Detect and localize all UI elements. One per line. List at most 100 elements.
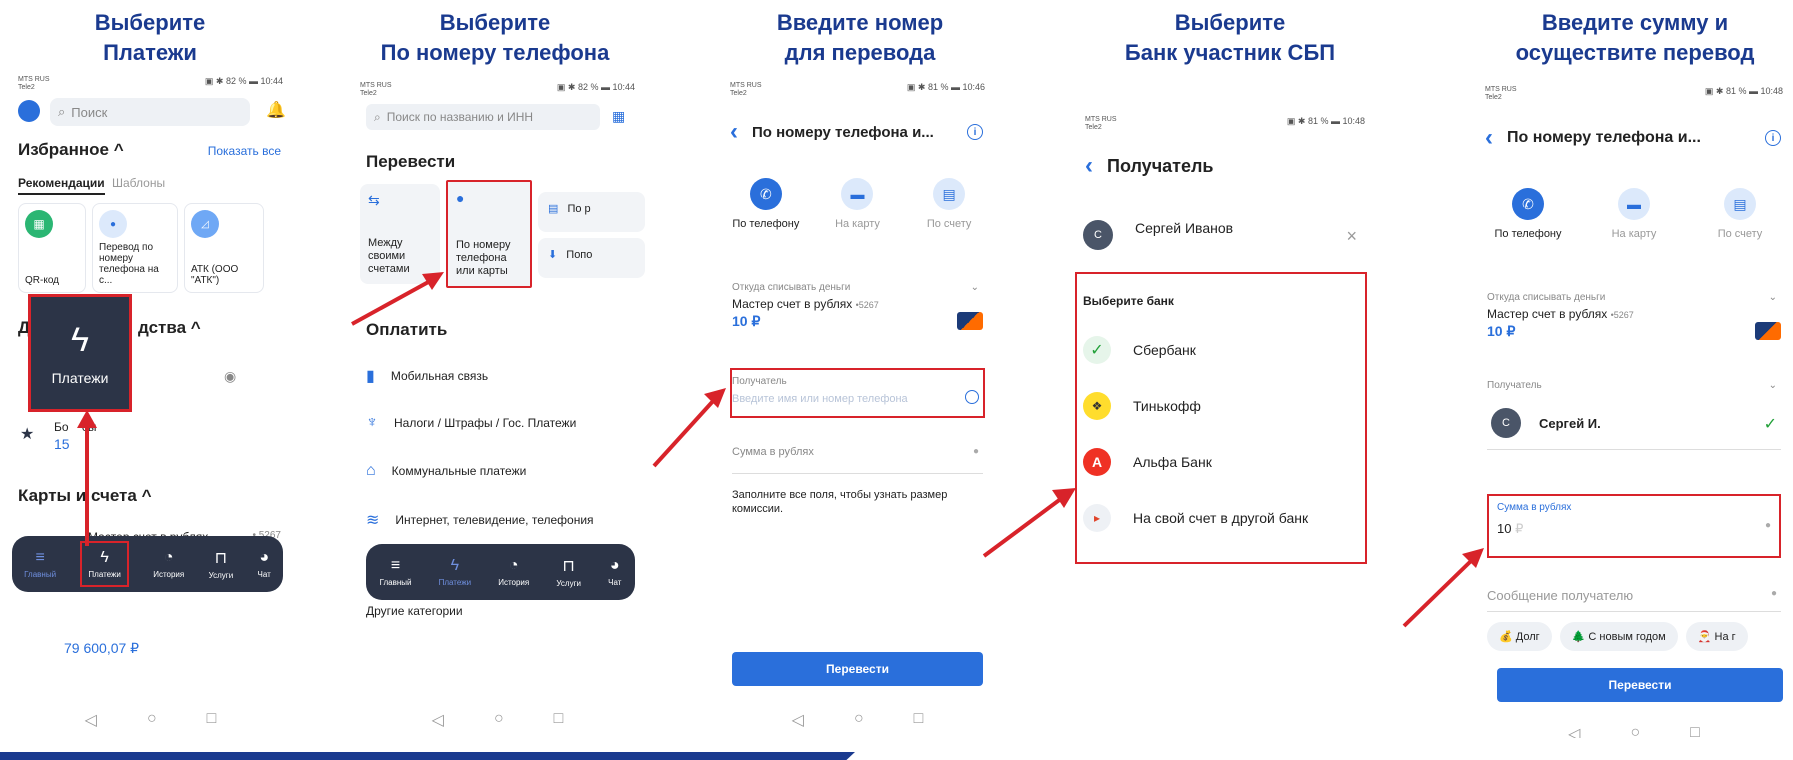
status-right: ▣ ✱ 82 % ▬ 10:44 <box>204 76 283 86</box>
message-field[interactable]: Сообщение получателю ● <box>1487 588 1781 612</box>
bank-alfa[interactable]: A Альфа Банк <box>1083 442 1359 482</box>
nav-payments[interactable]: ϟ Платежи <box>439 557 471 587</box>
chip-new-year[interactable]: 🌲 С новым годом <box>1559 622 1678 651</box>
method-account[interactable]: ▤ По счету <box>909 178 989 230</box>
home-circle-icon[interactable]: ○ <box>854 710 864 730</box>
back-icon[interactable]: ◁ <box>432 710 444 730</box>
tab-templates[interactable]: Шаблоны <box>112 176 165 190</box>
recent-icon[interactable]: □ <box>1690 724 1700 738</box>
step4-title: Выберите Банк участник СБП <box>1090 8 1370 68</box>
payments-popup[interactable]: ϟ Платежи <box>28 294 132 412</box>
screen5-amount: MTS RUS Tele2 ▣ ✱ 81 % ▬ 10:48 ‹ По номер… <box>1475 68 1793 738</box>
tile-phone-transfer[interactable]: ● Перевод по номеру телефона на с... <box>92 203 178 293</box>
santa-icon: 🎅 <box>1697 631 1712 643</box>
recipient-field[interactable]: Получатель Введите имя или номер телефон… <box>732 376 983 412</box>
tile-by-phone[interactable]: ● По номеру телефона или карты <box>446 180 532 288</box>
from-label: Откуда списывать деньги <box>1487 292 1606 303</box>
recent-icon[interactable]: □ <box>554 710 564 730</box>
tile-partial-b[interactable]: ⬇ Попо <box>538 238 645 278</box>
info-icon[interactable]: i <box>1765 130 1781 146</box>
person-icon: ● <box>99 210 127 238</box>
from-account-field[interactable]: Откуда списывать деньги Мастер счет в ру… <box>1487 292 1781 348</box>
wifi-icon: ≋ <box>366 512 380 529</box>
carrier-label: MTS RUS Tele2 <box>1085 116 1117 131</box>
nav-services[interactable]: ⊓ Услуги <box>556 556 581 588</box>
home-circle-icon[interactable]: ○ <box>1630 724 1640 738</box>
tab-recommendations[interactable]: Рекомендации <box>18 176 105 195</box>
home-circle-icon[interactable]: ○ <box>147 710 157 730</box>
method-card[interactable]: ▬ На карту <box>817 178 897 230</box>
close-icon[interactable]: × <box>1346 226 1357 247</box>
recent-icon[interactable]: □ <box>914 710 924 730</box>
step1-title-line1: Выберите <box>94 10 206 35</box>
transfer-button[interactable]: Перевести <box>732 652 983 686</box>
nav-chat[interactable]: ◕ Чат <box>608 557 621 587</box>
method-account[interactable]: ▤ По счету <box>1700 188 1780 240</box>
recipient-field[interactable]: Получатель ⌄ С Сергей И. ✓ <box>1487 380 1781 450</box>
doc-icon: ▤ <box>548 203 559 215</box>
step3-title-line2: для перевода <box>784 40 936 65</box>
transfer-button[interactable]: Перевести <box>1497 668 1783 702</box>
step3-title-line1: Введите номер <box>776 10 944 35</box>
from-account-field[interactable]: Откуда списывать деньги Мастер счет в ру… <box>732 282 983 338</box>
nav-history[interactable]: ◔ История <box>498 557 529 587</box>
back-icon[interactable]: ◁ <box>792 710 804 730</box>
home-circle-icon[interactable]: ○ <box>494 710 504 730</box>
back-arrow-icon[interactable]: ‹ <box>1485 124 1493 152</box>
tile-partial-a[interactable]: ▤ По р <box>538 192 645 232</box>
chevron-down-icon: ⌄ <box>1768 380 1777 391</box>
contact-icon[interactable] <box>965 390 979 404</box>
bank-other[interactable]: ▸ На свой счет в другой банк <box>1083 498 1359 538</box>
method-phone[interactable]: ✆ По телефону <box>726 178 806 230</box>
house-icon: ⌂ <box>366 462 376 479</box>
method-phone[interactable]: ✆ По телефону <box>1488 188 1568 240</box>
eye-icon[interactable]: ◉ <box>224 368 236 385</box>
recent-icon[interactable]: □ <box>207 710 217 730</box>
nav-chat[interactable]: ◕ Чат <box>258 549 271 579</box>
profile-avatar-icon[interactable] <box>18 100 40 122</box>
alfa-icon: A <box>1083 448 1111 476</box>
phone-icon: ✆ <box>749 178 782 210</box>
pay-item-taxes[interactable]: ♆ Налоги / Штрафы / Гос. Платежи <box>366 414 635 432</box>
nav-history[interactable]: ◔ История <box>153 549 184 579</box>
chip-debt[interactable]: 💰 Долг <box>1487 622 1552 651</box>
search-input[interactable]: ⌕ Поиск <box>50 98 250 126</box>
bank-sberbank[interactable]: ✓ Сбербанк <box>1083 330 1359 370</box>
system-nav: ◁ ○ □ <box>350 710 645 730</box>
back-arrow-icon[interactable]: ‹ <box>1085 152 1093 180</box>
pay-item-utilities[interactable]: ⌂ Коммунальные платежи <box>366 462 635 480</box>
qr-scan-icon[interactable]: ▦ <box>612 108 625 125</box>
search-input[interactable]: ⌕ Поиск по названию и ИНН <box>366 104 600 130</box>
bonus-value: 15 <box>54 436 70 452</box>
chevron-down-icon: ⌄ <box>970 282 979 293</box>
nav-services[interactable]: ⊓ Услуги <box>209 548 234 580</box>
other-categories[interactable]: Другие категории <box>366 604 463 618</box>
sum-field[interactable]: Сумма в рублях ● <box>732 446 983 474</box>
pay-item-internet[interactable]: ≋ Интернет, телевидение, телефония <box>366 510 635 530</box>
tile-qr[interactable]: ▦ QR-код <box>18 203 86 293</box>
bank-tinkoff[interactable]: ❖ Тинькофф <box>1083 386 1359 426</box>
home-icon: ≡ <box>35 549 45 566</box>
from-account: Мастер счет в рублях •5267 <box>732 297 879 311</box>
nav-home[interactable]: ≡ Главный <box>380 557 412 587</box>
info-icon[interactable]: i <box>967 124 983 140</box>
info-small-icon: ● <box>1770 588 1777 599</box>
step4-title-line2: Банк участник СБП <box>1124 40 1336 65</box>
back-icon[interactable]: ◁ <box>85 710 97 730</box>
method-card[interactable]: ▬ На карту <box>1594 188 1674 240</box>
show-all-link[interactable]: Показать все <box>208 144 281 158</box>
back-arrow-icon[interactable]: ‹ <box>730 118 738 146</box>
cart-icon: ⊓ <box>214 550 228 567</box>
sberbank-icon: ✓ <box>1083 336 1111 364</box>
back-icon[interactable]: ◁ <box>1568 724 1580 738</box>
footer-band <box>0 752 855 760</box>
screen2-payments: MTS RUS Tele2 ▣ ✱ 82 % ▬ 10:44 ⌕ Поиск по… <box>350 68 645 738</box>
tile-qr-label: QR-код <box>25 275 59 286</box>
sum-field[interactable]: Сумма в рублях 10 ₽ ● <box>1497 502 1771 550</box>
pay-item-mobile[interactable]: ▮ Мобильная связь <box>366 366 635 386</box>
tile-atk[interactable]: ◿ АТК (ООО "АТК") <box>184 203 264 293</box>
lightning-icon: ϟ <box>71 320 89 359</box>
nav-home[interactable]: ≡ Главный <box>24 549 56 579</box>
chip-partial[interactable]: 🎅 На г <box>1685 622 1748 651</box>
bell-icon[interactable]: 🔔 <box>266 100 286 119</box>
